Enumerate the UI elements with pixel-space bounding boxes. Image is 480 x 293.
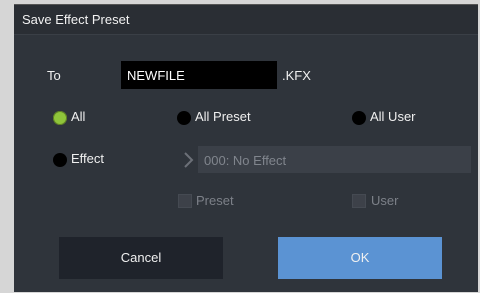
checkbox-icon bbox=[178, 194, 192, 208]
checkbox-user-label: User bbox=[371, 193, 399, 208]
effect-select-field[interactable]: 000: No Effect bbox=[198, 146, 471, 173]
filename-field[interactable]: NEWFILE bbox=[121, 61, 277, 89]
radio-all-preset-label: All Preset bbox=[195, 109, 251, 124]
radio-off-icon bbox=[53, 153, 67, 167]
radio-on-icon bbox=[53, 111, 67, 125]
checkbox-preset-label: Preset bbox=[196, 193, 234, 208]
cancel-button[interactable]: Cancel bbox=[59, 237, 223, 279]
to-label: To bbox=[47, 68, 61, 83]
dialog-titlebar: Save Effect Preset bbox=[14, 5, 478, 35]
chevron-right-icon bbox=[184, 152, 194, 168]
dialog-title: Save Effect Preset bbox=[22, 12, 130, 27]
radio-effect-label: Effect bbox=[71, 151, 105, 166]
extension-label: .KFX bbox=[282, 68, 311, 83]
ok-button[interactable]: OK bbox=[278, 237, 442, 279]
radio-off-icon bbox=[177, 111, 191, 125]
radio-all-label: All bbox=[71, 109, 86, 124]
save-effect-preset-dialog: Save Effect Preset To NEWFILE .KFX All A… bbox=[14, 4, 478, 292]
radio-off-icon bbox=[352, 111, 366, 125]
checkbox-icon bbox=[352, 194, 366, 208]
radio-all-user-label: All User bbox=[370, 109, 416, 124]
